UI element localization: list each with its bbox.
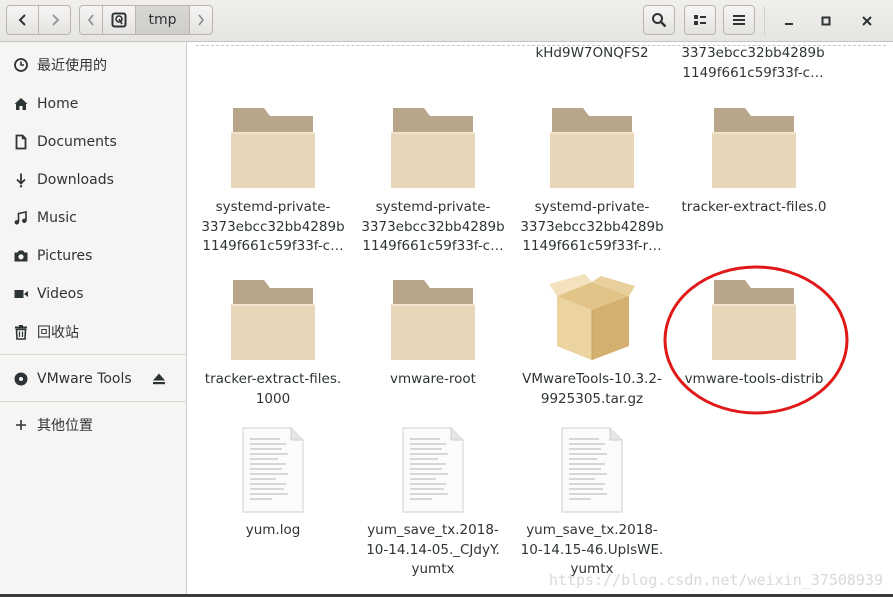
file-name: systemd-private- 3373ebcc32bb4289b 1149f… — [361, 199, 505, 254]
eject-icon[interactable] — [151, 371, 167, 391]
file-item[interactable]: VMwareTools-10.3.2- 9925305.tar.gz — [517, 274, 667, 409]
annotation-circle — [663, 265, 849, 415]
view-toggle-button[interactable] — [684, 5, 716, 35]
grid-view-icon — [694, 15, 706, 25]
sidebar-item-downloads[interactable]: Downloads — [0, 162, 186, 198]
file-item[interactable]: vmware-root — [358, 278, 508, 390]
header-bar: tmp — [0, 0, 893, 42]
search-icon — [652, 13, 667, 28]
pathbar-scroll-left[interactable] — [79, 5, 103, 35]
clock-icon — [12, 56, 30, 74]
sidebar-item-label: Documents — [37, 134, 117, 150]
sidebar-item-documents[interactable]: Documents — [0, 124, 186, 160]
file-item[interactable]: tracker-extract-files.0 — [676, 106, 832, 218]
forward-button[interactable] — [38, 5, 71, 35]
folder-icon — [550, 108, 634, 188]
trash-icon — [12, 323, 30, 341]
minimize-icon — [785, 23, 793, 25]
file-item[interactable]: systemd-private- 3373ebcc32bb4289b 1149f… — [198, 106, 348, 257]
file-item[interactable]: yum_save_tx.2018- 10-14.14-05._CJdyY. yu… — [358, 427, 508, 580]
sidebar-item-label: Home — [37, 96, 79, 112]
pathbar-current-segment[interactable]: tmp — [135, 5, 190, 35]
sidebar-item-label: VMware Tools — [37, 371, 132, 387]
file-name: VMwareTools-10.3.2- 9925305.tar.gz — [522, 371, 662, 407]
watermark-text: https://blog.csdn.net/weixin_37508939 — [548, 571, 883, 589]
chevron-left-icon — [18, 14, 26, 26]
folder-icon — [231, 108, 315, 188]
file-item[interactable]: systemd-private- 3373ebcc32bb4289b 1149f… — [358, 106, 508, 257]
file-name: tracker-extract-files.0 — [681, 199, 827, 215]
sidebar-item-home[interactable]: Home — [0, 86, 186, 122]
file-name: yum_save_tx.2018- 10-14.14-05._CJdyY. yu… — [366, 522, 500, 577]
file-item[interactable]: tracker-extract-files. 1000 — [198, 278, 348, 409]
sidebar-item-label: 其他位置 — [37, 418, 93, 434]
pathbar-scroll-right[interactable] — [189, 5, 213, 35]
close-button[interactable] — [853, 8, 881, 34]
header-separator — [764, 6, 765, 36]
file-item[interactable]: systemd-private- 3373ebcc32bb4289b 1149f… — [517, 106, 667, 257]
menu-button[interactable] — [723, 5, 755, 35]
sidebar-separator — [0, 354, 186, 355]
file-view[interactable]: kHd9W7ONQFS2 3373ebcc32bb4289b 1149f661c… — [188, 42, 893, 597]
download-icon — [12, 171, 30, 189]
chevron-right-icon — [51, 14, 59, 26]
sidebar-item-other-locations[interactable]: 其他位置 — [0, 407, 186, 443]
sidebar-item-label: Pictures — [37, 248, 93, 264]
minimize-button[interactable] — [775, 8, 803, 34]
close-icon — [862, 16, 872, 26]
chevron-right-icon — [198, 14, 205, 26]
file-item[interactable]: yum_save_tx.2018- 10-14.15-46.UpIsWE. yu… — [517, 427, 667, 580]
sidebar-item-videos[interactable]: Videos — [0, 276, 186, 312]
document-icon — [12, 133, 30, 151]
sidebar-item-label: 回收站 — [37, 325, 79, 341]
folder-icon — [391, 280, 475, 360]
pathbar-root-button[interactable] — [102, 5, 136, 35]
sidebar: 最近使用的 Home Documents Downloads Music Pic… — [0, 42, 187, 597]
sidebar-item-label: 最近使用的 — [37, 58, 107, 74]
drive-icon — [111, 12, 127, 28]
sidebar-separator — [0, 401, 186, 402]
sidebar-item-label: Downloads — [37, 172, 114, 188]
maximize-button[interactable] — [812, 8, 840, 34]
back-button[interactable] — [6, 5, 39, 35]
file-name: yum.log — [245, 522, 301, 538]
sidebar-item-pictures[interactable]: Pictures — [0, 238, 186, 274]
file-name: vmware-root — [390, 371, 476, 387]
chevron-left-icon — [87, 14, 94, 26]
file-name: systemd-private- 3373ebcc32bb4289b 1149f… — [201, 199, 345, 254]
text-file-icon — [561, 427, 623, 513]
camera-icon — [12, 247, 30, 265]
music-icon — [12, 209, 30, 227]
plus-icon — [12, 416, 30, 434]
file-name-partial[interactable]: kHd9W7ONQFS2 — [517, 44, 667, 64]
sidebar-item-label: Music — [37, 210, 77, 226]
sidebar-item-recent[interactable]: 最近使用的 — [0, 47, 186, 83]
folder-icon — [391, 108, 475, 188]
disc-icon — [12, 370, 30, 388]
archive-box-icon — [549, 274, 635, 360]
hamburger-menu-icon — [733, 15, 745, 25]
sidebar-item-label: Videos — [37, 286, 84, 302]
file-name: tracker-extract-files. 1000 — [204, 371, 342, 407]
sidebar-item-trash[interactable]: 回收站 — [0, 314, 186, 350]
sidebar-item-music[interactable]: Music — [0, 200, 186, 236]
maximize-icon — [821, 16, 831, 26]
home-icon — [12, 95, 30, 113]
text-file-icon — [402, 427, 464, 513]
file-name: systemd-private- 3373ebcc32bb4289b 1149f… — [520, 199, 664, 254]
pathbar-current-label: tmp — [148, 12, 177, 28]
file-name-partial[interactable]: 3373ebcc32bb4289b 1149f661c59f33f-c… — [678, 44, 828, 83]
folder-icon — [712, 108, 796, 188]
search-button[interactable] — [643, 5, 675, 35]
video-icon — [12, 285, 30, 303]
sidebar-item-vmware-tools[interactable]: VMware Tools — [0, 361, 186, 397]
file-item[interactable]: yum.log — [198, 427, 348, 541]
text-file-icon — [242, 427, 304, 513]
folder-icon — [231, 280, 315, 360]
